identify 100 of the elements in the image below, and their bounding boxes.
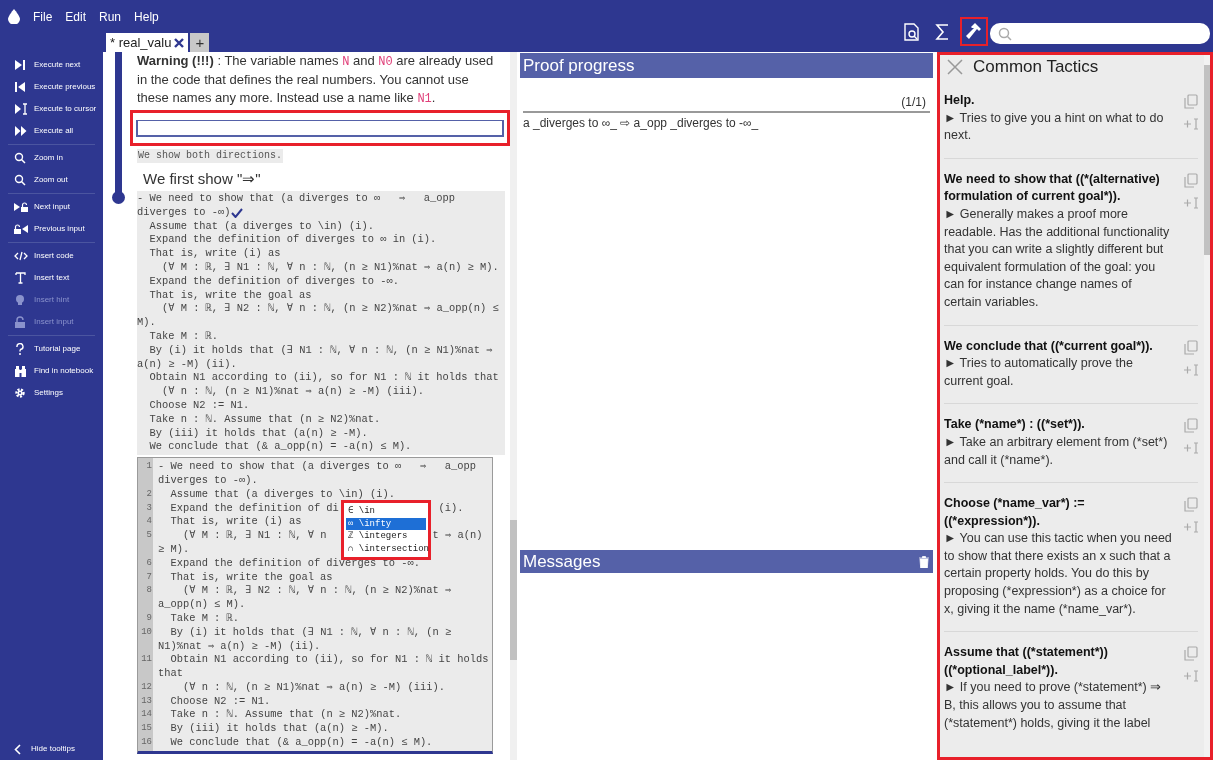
code-line: Take n : ℕ. Assume that (n ≥ N2)%nat. [169,708,402,721]
autocomplete-option[interactable]: ∞ \infty [346,517,426,531]
code-line: We conclude that (& a_opp(n) = -a(n) ≤ M). [169,736,433,749]
panel-header: Proof progress [520,53,933,78]
input-field[interactable] [136,120,504,137]
copy-icon[interactable] [1184,94,1198,109]
copy-icon[interactable] [1184,172,1198,188]
code-line: t ⇒ a(n) [432,529,483,542]
sidebar-item[interactable]: Zoom out [0,169,103,191]
sidebar-item[interactable]: Find in notebook [0,360,103,382]
document-search-icon [903,22,921,41]
insert-icon[interactable] [1184,670,1198,683]
copy-icon[interactable] [1184,339,1198,355]
tactic-title: Assume that ((*statement*)) ((*optional_label*)). [944,644,1109,679]
code-line: That is, write the goal as [169,570,333,583]
panel-header: Messages [522,550,601,573]
code-line: (∀ M : ℝ, ∃ N1 : ℕ, ∀ n [181,529,327,542]
line-number: 4 [146,516,152,527]
menu-item[interactable]: Run [99,7,122,26]
autocomplete-option[interactable]: ∈ \in [346,505,426,518]
search-field[interactable] [990,23,1210,44]
insert-icon[interactable] [1184,118,1198,130]
code-editor[interactable] [137,457,493,754]
code-line: By (i) it holds that (∃ N1 : ℕ, ∀ n : ℕ, (n ≥ [169,625,452,638]
line-number: 9 [146,612,152,623]
sidebar-item[interactable]: Zoom in [0,147,103,169]
code-line: diverges to -∞). [158,473,258,486]
code-line: Choose N2 := N1. [169,694,271,707]
file-tab[interactable]: * real_valu [106,33,189,52]
insert-icon[interactable] [1184,521,1198,534]
line-number: 6 [146,557,152,568]
drop-icon[interactable] [8,9,20,24]
sidebar-item[interactable]: Insert code [0,245,103,267]
trash-icon[interactable] [919,555,929,568]
scrollbar[interactable] [510,52,517,760]
line-number: 2 [146,488,152,499]
code-line: Choose N2 := N1. [148,398,250,413]
line-number: 12 [141,681,152,692]
play-cursor-icon [14,103,28,115]
code-line: (∀ M : ℝ, ∃ N1 : ℕ, ∀ n : ℕ, (n ≥ N1)%nat ⇒ a(n) ≥ M). [160,261,499,275]
code-line: Take M : ℝ. [169,611,240,624]
code-line: We conclude that (& a_opp(n) = -a(n) ≤ M). [148,440,412,455]
sidebar-item[interactable]: Execute next [0,54,103,76]
sidebar-item[interactable]: Execute previous [0,76,103,98]
code-line: That is, write (i) as [169,515,302,528]
text-icon [14,272,28,284]
line-number: 1 [146,461,152,472]
line-number: 5 [146,530,152,541]
sidebar-item[interactable]: Execute all [0,120,103,142]
hide-tooltips-button[interactable]: Hide tooltips [31,743,76,755]
fast-forward-icon [14,125,28,137]
code-line: - We need to show that (a diverges to ∞ ⇒ a_opp [137,192,456,206]
lock-icon [14,316,28,328]
code-line: a_opp(n) ≤ M). [158,598,246,611]
code-line: Expand the definition of diverges to ∞ in (i). [148,233,437,248]
code-line: (∀ n : ℕ, (n ≥ N1)%nat ⇒ a(n) ≥ -M) (iii). [181,680,445,693]
code-line: (i). [438,501,464,514]
play-lock-icon [14,201,28,213]
sidebar-item[interactable]: Execute to cursor [0,98,103,120]
close-icon[interactable] [174,37,185,48]
code-line: Assume that (a diverges to \in) (i). [148,219,374,234]
code-line: Obtain N1 according to (ii), so for N1 : ℕ it holds that [148,371,499,386]
copy-icon[interactable] [1184,418,1198,434]
new-tab-button[interactable]: + [190,33,210,52]
goal-counter: (1/1) [901,94,927,111]
chevron-left-icon [14,743,21,755]
tactic-title: We need to show that ((*(alternative) formulation of current goal*)). [944,170,1161,206]
autocomplete-option[interactable]: ℤ \integers [346,530,426,543]
menu-item[interactable]: Edit [65,7,87,26]
sidebar-item[interactable]: Previous input [0,218,103,240]
tool-button[interactable] [960,17,988,46]
sidebar-item[interactable]: Tutorial page [0,338,103,360]
tactic-title: Help. [944,92,976,109]
code-line: Obtain N1 according to (ii), so for N1 : ℕ it holds [169,653,489,666]
menu-item[interactable]: File [33,7,53,26]
code-line: Expand the definition of diverges to -∞. [169,556,420,569]
insert-icon[interactable] [1184,196,1198,209]
sidebar-item[interactable]: Next input [0,196,103,218]
tactic-title: Take (*name*) : ((*set*)). [944,416,1086,434]
code-line: (∀ M : ℝ, ∃ N2 : ℕ, ∀ n : ℕ, (n ≥ N2)%nat ⇒ a_opp(n) ≤ [160,302,499,317]
sidebar-item[interactable]: Settings [0,382,103,404]
search-icon [14,152,28,164]
copy-icon[interactable] [1184,646,1198,662]
insert-icon[interactable] [1184,442,1198,455]
autocomplete-option[interactable]: ∩ \intersection [346,542,426,556]
bracket-handle[interactable] [112,191,125,204]
copy-icon[interactable] [1184,497,1198,513]
scrollbar[interactable] [1204,55,1210,757]
menu-item[interactable]: Help [134,7,159,26]
search-icon [998,26,1012,41]
lock-play-icon [14,223,28,235]
tab-label: * real_valu [110,33,172,52]
sidebar-item[interactable]: Insert text [0,267,103,289]
code-line: M). [137,316,156,330]
code-line: That is, write (i) as [148,247,281,261]
panel-title: Common Tactics [973,56,1099,79]
code-line: By (iii) it holds that (a(n) ≥ -M). [169,722,389,735]
binoculars-icon [14,365,28,377]
insert-icon[interactable] [1184,363,1198,376]
code-line: Assume that (a diverges to \in) (i). [169,487,395,500]
